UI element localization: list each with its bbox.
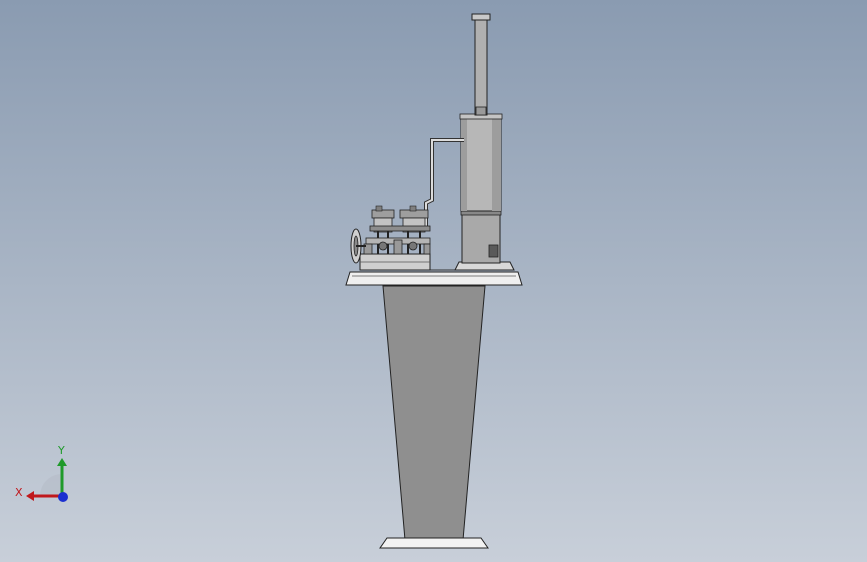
twin-cylinder-engine[interactable] (363, 205, 431, 255)
steam-engine-model[interactable] (0, 0, 867, 562)
base-plate[interactable] (345, 271, 523, 286)
pedestal-foot[interactable] (379, 537, 489, 549)
pedestal-column[interactable] (382, 285, 486, 541)
graphics-viewport[interactable]: X Y (0, 0, 867, 562)
chimney[interactable] (474, 19, 488, 116)
coordinate-triad-icon: X Y (15, 444, 68, 502)
y-axis-label: Y (57, 444, 65, 457)
x-axis-label: X (15, 486, 23, 499)
